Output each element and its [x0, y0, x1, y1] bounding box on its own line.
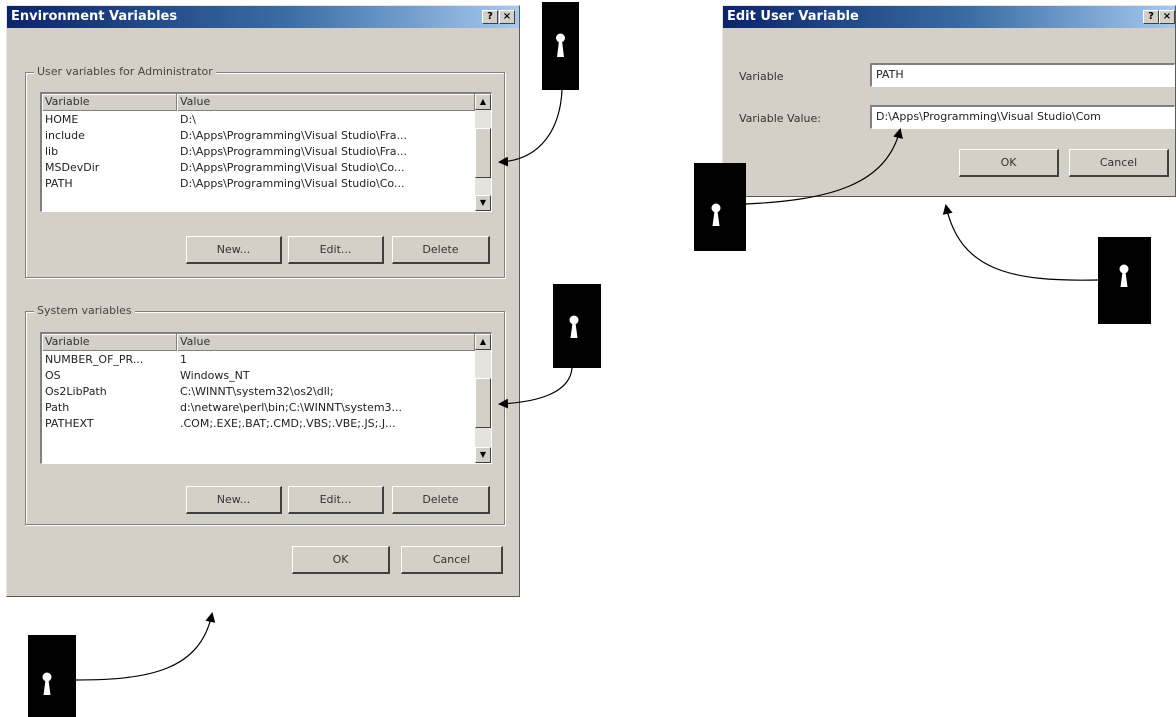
keyhole-icon [553, 284, 601, 368]
arrow-to-user-list [498, 89, 563, 167]
keyhole-icon [694, 163, 746, 251]
keyhole-icon [28, 635, 76, 717]
arrow-to-edit-dialog [942, 204, 1099, 281]
arrow-to-value-field [745, 128, 903, 205]
keyhole-icon [1098, 237, 1151, 324]
arrow-to-system-list [498, 367, 573, 409]
arrow-to-env-dialog [75, 612, 216, 681]
keyhole-icon [542, 2, 579, 90]
